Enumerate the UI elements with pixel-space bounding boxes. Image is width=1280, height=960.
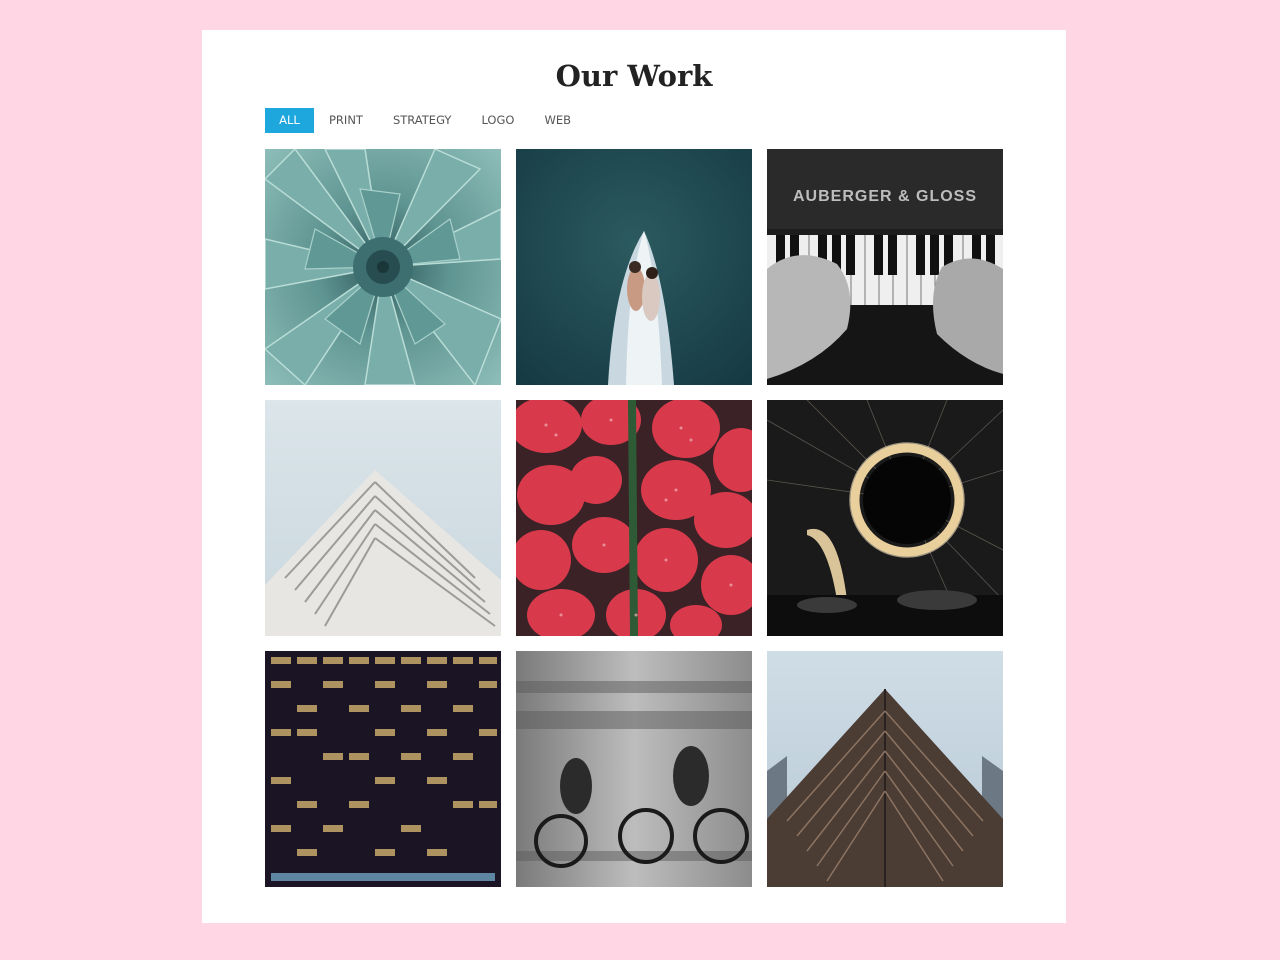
piano-hands-photo: AUBERGER & GLOSS: [767, 149, 1003, 385]
page-title: Our Work: [555, 59, 713, 93]
strawberries-photo: [516, 400, 752, 636]
night-office-building-photo: [265, 651, 501, 887]
gallery-item-cyclists[interactable]: [516, 651, 752, 887]
gallery-item-night-building[interactable]: [265, 651, 501, 887]
gallery-item-succulent[interactable]: [265, 149, 501, 385]
portfolio-card: Our Work All Print Strategy Logo Web: [202, 30, 1066, 923]
gallery-item-fire-circle[interactable]: [767, 400, 1003, 636]
tab-strategy[interactable]: Strategy: [378, 108, 466, 133]
gallery-item-boat[interactable]: [516, 149, 752, 385]
tab-all[interactable]: All: [265, 108, 314, 133]
gallery-item-strawberries[interactable]: [516, 400, 752, 636]
tab-logo[interactable]: Logo: [466, 108, 529, 133]
gallery-item-brown-building[interactable]: [767, 651, 1003, 887]
succulent-photo: [265, 149, 501, 385]
steel-wool-fire-circle-photo: [767, 400, 1003, 636]
boat-couple-photo: [516, 149, 752, 385]
filter-tabs: All Print Strategy Logo Web: [265, 108, 586, 133]
gallery-item-white-building[interactable]: [265, 400, 501, 636]
tab-web[interactable]: Web: [529, 108, 586, 133]
cyclists-motion-photo: [516, 651, 752, 887]
brown-building-photo: [767, 651, 1003, 887]
piano-brand-text: AUBERGER & GLOSS: [793, 188, 977, 205]
portfolio-grid: AUBERGER & GLOSS: [265, 149, 1003, 887]
tab-print[interactable]: Print: [314, 108, 378, 133]
gallery-item-piano[interactable]: AUBERGER & GLOSS: [767, 149, 1003, 385]
white-building-photo: [265, 400, 501, 636]
